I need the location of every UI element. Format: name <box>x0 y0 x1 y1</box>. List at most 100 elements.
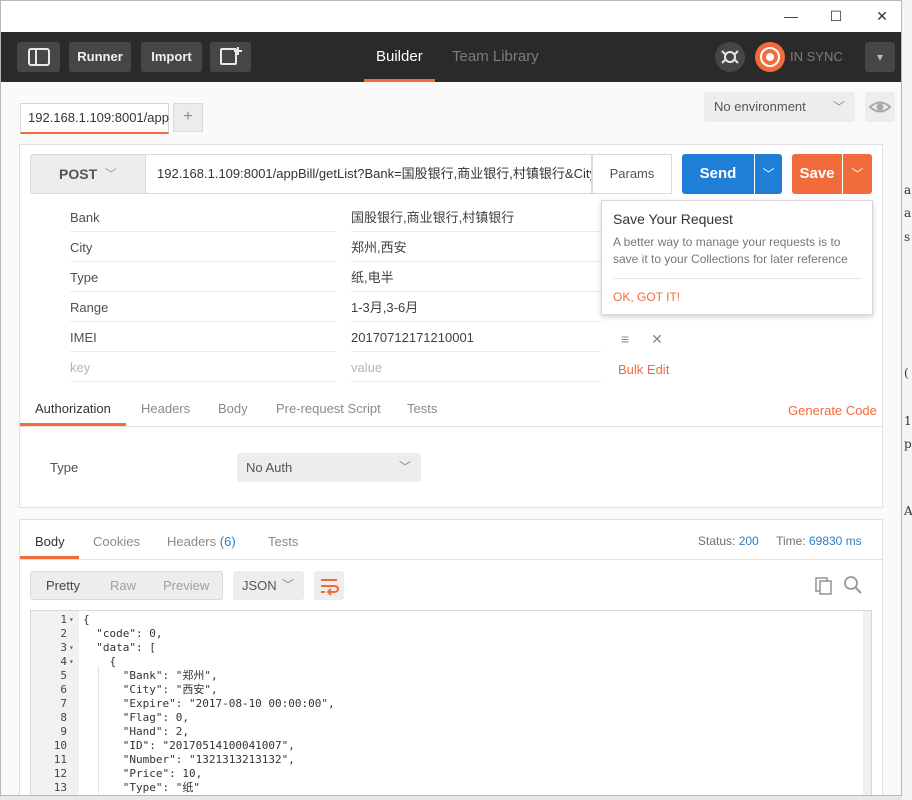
view-raw-button[interactable]: Raw <box>110 572 136 599</box>
url-input[interactable]: 192.168.1.109:8001/appBill/getList?Bank=… <box>146 154 592 194</box>
view-pretty-button[interactable]: Pretty <box>46 572 80 599</box>
line-number: 1 <box>60 613 67 626</box>
got-it-button[interactable]: OK, GOT IT! <box>613 290 680 304</box>
line-number: 13 <box>53 781 67 794</box>
param-value[interactable]: 20170712171210001 <box>351 323 601 352</box>
copy-icon[interactable] <box>814 576 834 599</box>
fold-toggle-icon[interactable]: ▾ <box>69 655 74 669</box>
interceptor-icon[interactable] <box>715 42 745 72</box>
param-row: City 郑州,西安 <box>60 233 601 263</box>
tab-pre-request-script[interactable]: Pre-request Script <box>276 401 381 416</box>
user-menu-button[interactable]: ▾ <box>865 42 895 72</box>
tab-builder[interactable]: Builder <box>364 32 435 82</box>
param-value[interactable]: 1-3月,3-6月 <box>351 293 601 322</box>
line-number: 5 <box>60 669 67 682</box>
active-tab-indicator <box>20 556 79 559</box>
param-value[interactable]: 国股银行,商业银行,村镇银行 <box>351 203 601 232</box>
param-key[interactable]: City <box>70 233 336 262</box>
code-text: "Number": "1321313213132", <box>83 753 295 766</box>
param-row: Type 纸,电半 <box>60 263 601 293</box>
sync-icon[interactable] <box>755 42 785 72</box>
tab-tests[interactable]: Tests <box>407 401 437 416</box>
request-tab[interactable]: 192.168.1.109:8001/app <box>20 103 169 134</box>
param-value[interactable]: 纸,电半 <box>351 263 601 292</box>
new-window-button[interactable] <box>210 42 251 72</box>
tab-response-tests[interactable]: Tests <box>268 534 298 549</box>
code-text: "Type": "纸" <box>83 781 200 794</box>
import-button[interactable]: Import <box>141 42 202 72</box>
fold-toggle-icon[interactable]: ▾ <box>69 641 74 655</box>
param-value-input[interactable]: value <box>351 353 601 382</box>
param-key[interactable]: Bank <box>70 203 336 232</box>
auth-type-value: No Auth <box>246 460 293 475</box>
headers-count: (6) <box>219 534 236 549</box>
divider <box>20 559 882 560</box>
time-value: 69830 ms <box>808 534 862 548</box>
method-select[interactable]: POST ﹀ <box>30 154 146 194</box>
param-key[interactable]: IMEI <box>70 323 336 352</box>
minimize-button[interactable]: — <box>777 5 805 27</box>
param-key[interactable]: Range <box>70 293 336 322</box>
add-tab-button[interactable]: + <box>173 103 203 132</box>
wrap-lines-button[interactable] <box>314 571 344 600</box>
sidebar-icon <box>27 48 50 66</box>
code-text: "City": "西安", <box>83 683 218 696</box>
environment-quick-look-button[interactable] <box>865 92 895 122</box>
search-icon[interactable] <box>843 575 863 598</box>
code-text: { <box>83 655 117 668</box>
chevron-down-icon: ﹀ <box>398 460 411 474</box>
environment-select[interactable]: No environment ﹀ <box>704 92 855 122</box>
format-value: JSON <box>242 578 277 593</box>
send-dropdown-button[interactable]: ﹀ <box>755 154 782 194</box>
tab-body[interactable]: Body <box>218 401 248 416</box>
tab-headers[interactable]: Headers <box>141 401 190 416</box>
title-bar: — ☐ ✕ <box>1 1 901 32</box>
param-value[interactable]: 郑州,西安 <box>351 233 601 262</box>
chevron-down-icon: ﹀ <box>762 167 775 181</box>
param-key-input[interactable]: key <box>70 353 336 382</box>
sync-status: IN SYNC <box>790 49 843 64</box>
code-line: 7 "Expire": "2017-08-10 00:00:00", <box>31 697 861 711</box>
line-number: 12 <box>53 767 67 780</box>
code-line: 10 "ID": "20170514100041007", <box>31 739 861 753</box>
status-label: Status: <box>698 534 736 548</box>
drag-handle-icon[interactable]: ≡ <box>621 331 629 347</box>
fold-toggle-icon[interactable]: ▾ <box>69 613 74 627</box>
param-row-new: key value <box>60 353 601 383</box>
view-preview-button[interactable]: Preview <box>163 572 209 599</box>
code-text: "Hand": 2, <box>83 725 189 738</box>
bulk-edit-link[interactable]: Bulk Edit <box>618 362 669 377</box>
tab-response-cookies[interactable]: Cookies <box>93 534 140 549</box>
tab-authorization[interactable]: Authorization <box>35 401 111 416</box>
maximize-button[interactable]: ☐ <box>822 5 850 27</box>
save-button[interactable]: Save <box>792 154 842 194</box>
scrollbar[interactable] <box>863 611 871 795</box>
close-button[interactable]: ✕ <box>868 5 896 27</box>
code-text: "Flag": 0, <box>83 711 189 724</box>
param-row-actions: ≡ ✕ <box>621 331 663 348</box>
code-line: 5 "Bank": "郑州", <box>31 669 861 683</box>
params-button[interactable]: Params <box>592 154 672 194</box>
format-select[interactable]: JSON ﹀ <box>233 571 304 600</box>
eye-icon <box>868 101 892 113</box>
bg-fragment: a <box>904 183 912 197</box>
runner-button[interactable]: Runner <box>69 42 131 72</box>
tab-response-headers[interactable]: Headers (6) <box>167 534 236 549</box>
param-key[interactable]: Type <box>70 263 336 292</box>
auth-type-select[interactable]: No Auth ﹀ <box>237 453 421 482</box>
bg-fragment: p <box>904 437 912 451</box>
new-window-icon <box>219 47 242 65</box>
generate-code-link[interactable]: Generate Code <box>788 403 877 418</box>
tab-response-body[interactable]: Body <box>35 534 65 549</box>
main-toolbar: Runner Import Builder Team Library IN SY… <box>1 32 901 82</box>
postman-window: — ☐ ✕ Runner Import Builder Team Library <box>0 0 902 796</box>
auth-type-label: Type <box>50 460 79 475</box>
tab-team-library[interactable]: Team Library <box>452 32 539 82</box>
save-dropdown-button[interactable]: ﹀ <box>843 154 872 194</box>
send-button[interactable]: Send <box>682 154 754 194</box>
sidebar-toggle-button[interactable] <box>17 42 60 72</box>
param-row: Range 1-3月,3-6月 <box>60 293 601 323</box>
wrap-icon <box>321 579 340 596</box>
close-icon[interactable]: ✕ <box>651 331 663 347</box>
response-body-editor[interactable]: 1 ▾{2 "code": 0, 3 ▾ "data": [4 ▾ {5 "Bank":… <box>30 610 872 795</box>
